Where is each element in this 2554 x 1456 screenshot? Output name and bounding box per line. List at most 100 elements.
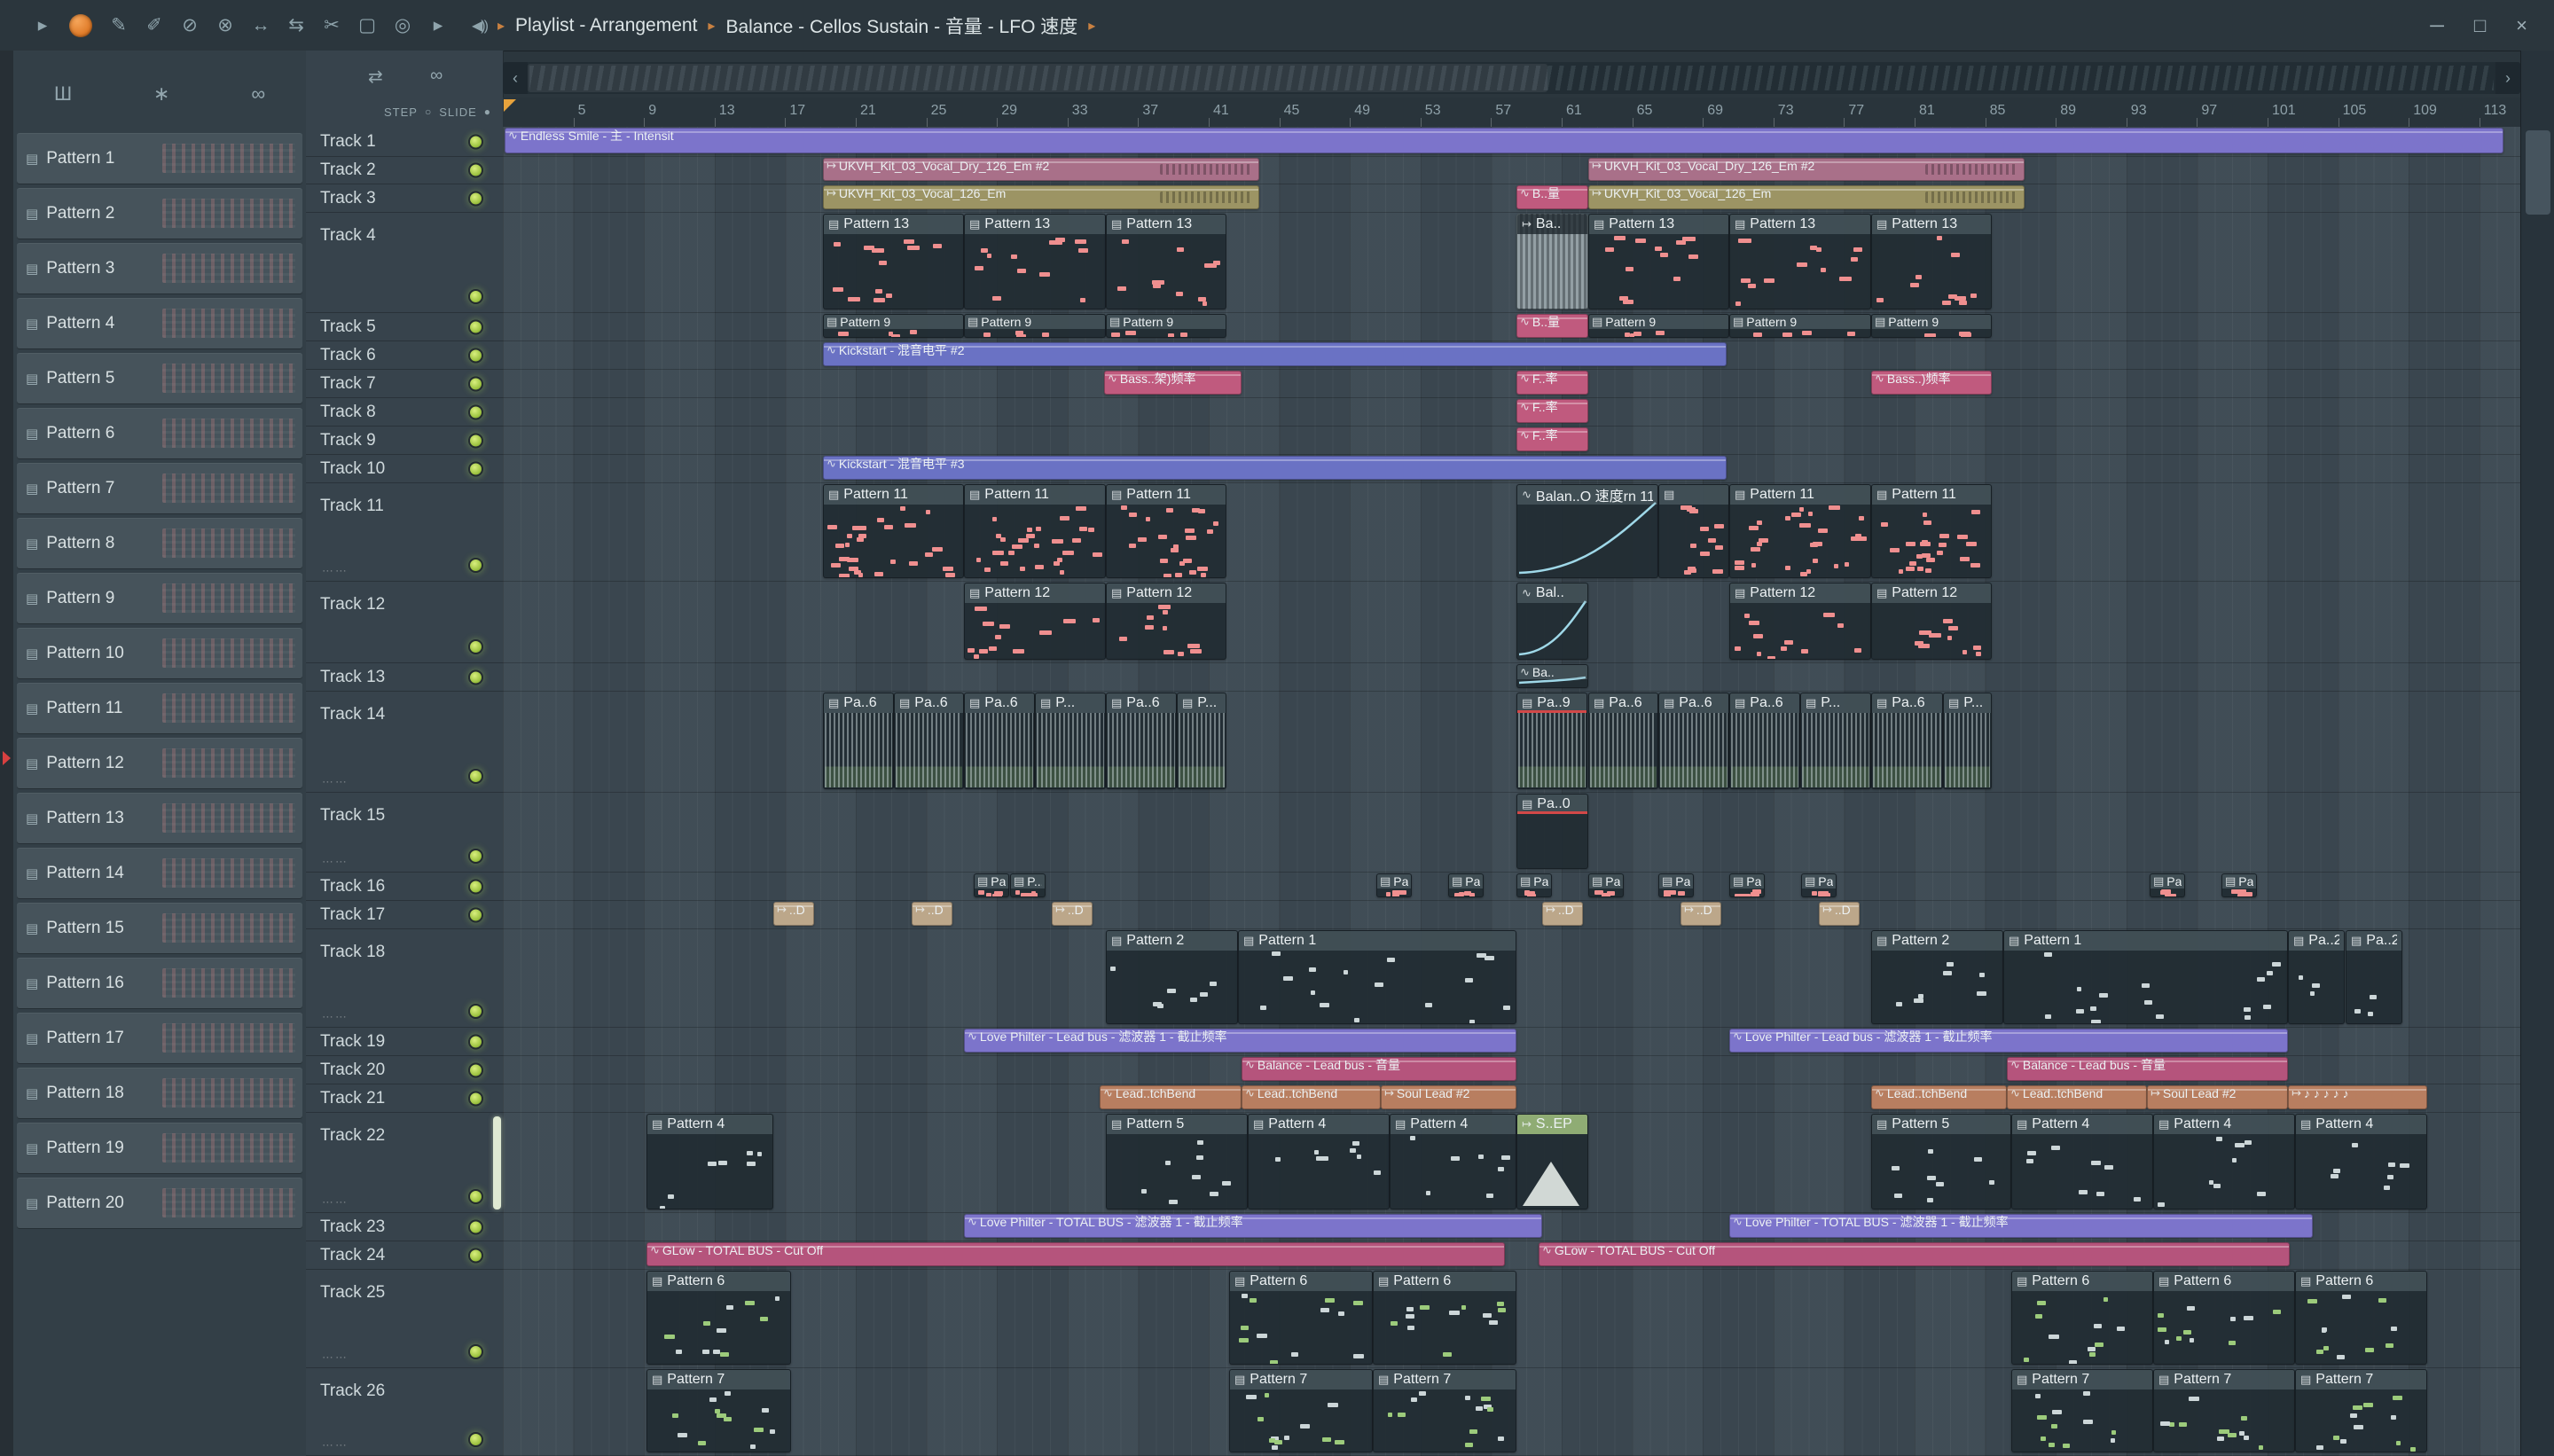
clip[interactable]: ▤ Pattern 11 — [1729, 484, 1871, 578]
clip[interactable]: ∿ B..量 — [1516, 314, 1588, 338]
pattern-item[interactable]: ▤ Pattern 6 — [17, 408, 302, 458]
track-led[interactable] — [468, 404, 483, 419]
draw-icon[interactable]: ✎ — [101, 14, 137, 36]
track-header[interactable]: Track 5 — [306, 313, 503, 341]
track-lane[interactable]: ▤ Pattern 2 ▤ Pattern 1 ▤ Pattern 2 ▤ Pattern 1… — [503, 929, 2520, 1028]
clip[interactable]: ∿ Bass..)频率 — [1871, 371, 1992, 395]
clip[interactable]: ∿ GLow - TOTAL BUS - Cut Off — [1539, 1242, 2290, 1266]
delete-icon[interactable]: ⊘ — [172, 14, 208, 36]
slice-icon[interactable]: ✂ — [314, 14, 349, 36]
playback-icon[interactable]: ▸ — [420, 14, 456, 36]
clip[interactable]: ↦ Ba.. — [1516, 214, 1588, 309]
pattern-item[interactable]: ▤ Pattern 17 — [17, 1013, 302, 1063]
track-header[interactable]: Track 25 ⋯⋯ — [306, 1270, 503, 1368]
clip[interactable]: ▤P... — [1035, 693, 1106, 789]
clip[interactable]: ▤ Pa..6 — [1871, 693, 1943, 789]
pattern-item[interactable]: ▤ Pattern 3 — [17, 243, 302, 294]
clip[interactable]: ▤ Pa..6 — [894, 693, 964, 789]
track-header[interactable]: Track 11 ⋯⋯ — [306, 483, 503, 582]
timeline-ruler[interactable]: 5 9 13 17 21 25 29 33 37 41 45 49 53 57 61 65 69 73 77 81 85… — [503, 98, 2520, 128]
pattern-item[interactable]: ▤ Pattern 12 — [17, 738, 302, 788]
clip[interactable]: ▤ Pattern 1 — [1238, 930, 1516, 1024]
track-led[interactable] — [468, 1034, 483, 1049]
track-led[interactable] — [468, 461, 483, 476]
track-header[interactable]: Track 26 ⋯⋯ — [306, 1368, 503, 1456]
clip[interactable]: ▤ Pattern 4 — [1390, 1114, 1516, 1209]
pattern-item[interactable]: ▤ Pattern 18 — [17, 1068, 302, 1118]
clip[interactable]: ▤ Pattern 4 — [2153, 1114, 2295, 1209]
clip[interactable]: ▤ Pattern 12 — [1106, 583, 1226, 660]
clip[interactable]: ▤ Pa..0 — [1516, 794, 1588, 869]
clip[interactable]: ▤Pa..8 — [1516, 873, 1552, 897]
track-led[interactable] — [468, 191, 483, 206]
clip[interactable]: ▤Pa..8 — [1448, 873, 1484, 897]
clip[interactable]: ▤ Pa..2 — [2288, 930, 2345, 1024]
track-lane[interactable]: ∿ Ba.. — [503, 663, 2520, 692]
clip[interactable]: ▤P... — [1177, 693, 1226, 789]
breadcrumb-item[interactable]: Balance - Cellos Sustain - 音量 - LFO 速度 — [725, 12, 1077, 39]
clip[interactable]: ∿ Balan..O 速度rn 11 — [1516, 484, 1658, 578]
track-header[interactable]: Track 18 ⋯⋯ — [306, 929, 503, 1028]
clip[interactable]: ∿ Love Philter - TOTAL BUS - 滤波器 1 - 截止频率 — [1729, 1214, 2313, 1238]
clip[interactable]: ∿ Lead..tchBend — [1100, 1085, 1242, 1109]
pattern-item[interactable]: ▤ Pattern 15 — [17, 903, 302, 953]
track-led[interactable] — [468, 669, 483, 685]
track-led[interactable] — [468, 289, 483, 304]
clip[interactable]: ▤ Pa..6 — [1588, 693, 1658, 789]
clip[interactable]: ▤ Pattern 7 — [2295, 1369, 2427, 1452]
clip[interactable]: ▤Pa..8 — [1801, 873, 1837, 897]
track-header[interactable]: Track 24 — [306, 1241, 503, 1270]
clip[interactable]: ▤ Pattern 4 — [646, 1114, 773, 1209]
track-lane[interactable]: ∿ F..率 — [503, 398, 2520, 427]
speaker-icon[interactable]: ◀)) — [472, 17, 489, 35]
track-led[interactable] — [468, 1432, 483, 1447]
clip[interactable]: ▤ — [1658, 484, 1729, 578]
clip[interactable]: ▤ Pattern 11 — [964, 484, 1106, 578]
clip[interactable]: ↦ ♪ ♪ ♪ ♪ ♪ — [2288, 1085, 2427, 1109]
pattern-item[interactable]: ▤ Pattern 2 — [17, 188, 302, 239]
clip[interactable]: ▤ Pattern 13 — [964, 214, 1106, 309]
clip[interactable]: ▤ Pattern 13 — [1106, 214, 1226, 309]
clip[interactable]: ▤ Pa..6 — [1658, 693, 1729, 789]
clip[interactable]: ▤ Pa..6 — [1729, 693, 1800, 789]
clip[interactable]: ∿ Lead..tchBend — [2007, 1085, 2147, 1109]
fl-logo-icon[interactable] — [69, 13, 92, 37]
track-header[interactable]: Track 20 — [306, 1056, 503, 1084]
pan-zoom-icon[interactable]: ⇄ — [368, 66, 383, 88]
clip[interactable]: ↦ ..D — [1819, 902, 1860, 926]
clip[interactable]: ▤ Pattern 4 — [2011, 1114, 2153, 1209]
track-header[interactable]: Track 15 ⋯⋯ — [306, 793, 503, 873]
track-lane[interactable]: ▤ Pattern 9 ▤ Pattern 9 ▤ Pattern 9 ∿ B..量 ▤ Patt… — [503, 313, 2520, 341]
step-toggle-icon[interactable]: ○ — [425, 106, 432, 118]
clip[interactable]: ↦ UKVH_Kit_03_Vocal_Dry_126_Em #2 — [823, 158, 1259, 181]
clip[interactable]: ▤ Pattern 1 — [2003, 930, 2288, 1024]
pattern-item[interactable]: ▤ Pattern 11 — [17, 683, 302, 733]
clip[interactable]: ▤ Pattern 4 — [2295, 1114, 2427, 1209]
play-icon[interactable]: ▸ — [25, 14, 60, 36]
track-led[interactable] — [468, 134, 483, 149]
pattern-item[interactable]: ▤ Pattern 13 — [17, 793, 302, 843]
clip[interactable]: ▤ Pattern 6 — [1373, 1271, 1516, 1365]
track-led[interactable] — [468, 1219, 483, 1234]
playhead-marker[interactable] — [504, 99, 516, 112]
clip[interactable]: ▤Pa..8 — [1588, 873, 1624, 897]
horizontal-scrollbar[interactable]: ‹ › — [503, 62, 2520, 94]
scroll-right-button[interactable]: › — [2495, 62, 2520, 94]
playlist-grid[interactable]: ∿ Endless Smile - 主 - Intensit ↦ UKVH_Kit_0… — [503, 127, 2520, 1456]
track-led[interactable] — [468, 433, 483, 448]
mute-icon[interactable]: ⊗ — [208, 14, 243, 36]
track-lane[interactable]: ∿ Love Philter - TOTAL BUS - 滤波器 1 - 截止频率… — [503, 1213, 2520, 1241]
track-led[interactable] — [468, 376, 483, 391]
clip[interactable]: ↦ Soul Lead #2 — [2147, 1085, 2288, 1109]
track-lane[interactable]: ∿ Kickstart - 混音电平 #3 — [503, 455, 2520, 483]
clip[interactable]: ∿ Bal.. — [1516, 583, 1588, 660]
track-lane[interactable]: ▤ Pa..0 — [503, 793, 2520, 873]
track-led[interactable] — [468, 319, 483, 334]
pattern-item[interactable]: ▤ Pattern 7 — [17, 463, 302, 513]
clip[interactable]: ∿ F..率 — [1516, 427, 1588, 451]
pattern-item[interactable]: ▤ Pattern 16 — [17, 958, 302, 1008]
clip[interactable]: ↦ Soul Lead #2 — [1381, 1085, 1516, 1109]
track-lane[interactable]: ∿ Love Philter - Lead bus - 滤波器 1 - 截止频率 ∿… — [503, 1028, 2520, 1056]
link-icon[interactable]: ∞ — [251, 82, 265, 106]
track-lane[interactable]: ∿ Endless Smile - 主 - Intensit — [503, 127, 2520, 157]
